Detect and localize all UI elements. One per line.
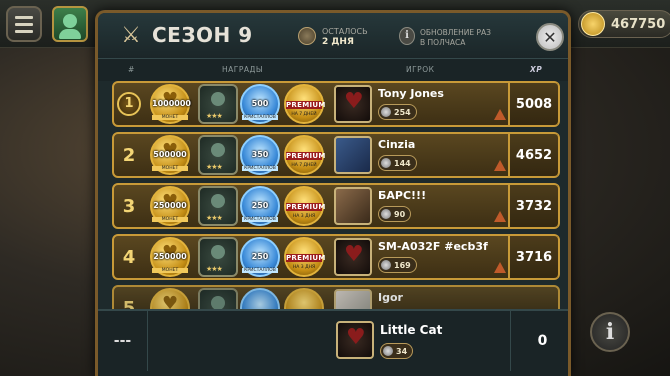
user-icon (63, 14, 77, 28)
my-rank-row: --- Little Cat 34 0 (98, 309, 568, 376)
report-icon[interactable] (494, 262, 506, 273)
column-xp: XP (530, 65, 543, 74)
level-icon (381, 158, 391, 168)
level-badge: 169 (378, 257, 417, 273)
column-player: ИГРОК (406, 65, 435, 74)
panel-header: ⚔ СЕЗОН 9 ОСТАЛОСЬ 2 ДНЯ i ОБНОВЛЕНИЕ РА… (98, 13, 568, 59)
player-name: Igor (378, 291, 403, 304)
level-icon (383, 346, 393, 356)
menu-button[interactable] (6, 6, 42, 42)
premium-reward: PREMIUM НА 3 ДНЯ (284, 186, 325, 226)
coins-reward: 500000 МОНЕТ (150, 135, 190, 175)
player-name: БАРС!!! (378, 189, 427, 202)
my-rank: --- (98, 311, 148, 371)
crystals-reward: 250 КРИСТАЛЛОВ (240, 237, 280, 277)
rank-badge: 1 (114, 83, 144, 125)
currency-display[interactable]: 467750 (578, 10, 670, 38)
my-xp-value: 0 (510, 311, 568, 371)
level-badge: 90 (378, 206, 412, 222)
rank-number: 4 (122, 246, 136, 268)
update-note-line1: ОБНОВЛЕНИЕ РАЗ (420, 28, 491, 37)
crystals-reward: 350 КРИСТАЛЛОВ (240, 135, 280, 175)
leaderboard-row[interactable]: 3 250000 МОНЕТ 250 КРИСТАЛЛОВ PREMIUM НА… (112, 183, 560, 229)
rank-number: 3 (122, 195, 136, 217)
avatar[interactable] (334, 136, 372, 174)
column-headers: # НАГРАДЫ ИГРОК XP (98, 59, 568, 81)
card-reward (198, 186, 238, 226)
currency-value: 467750 (611, 16, 666, 32)
timer-value: 2 ДНЯ (322, 37, 354, 47)
info-button[interactable]: i (590, 312, 630, 352)
xp-value: 4652 (508, 134, 558, 176)
leaderboard-row[interactable]: 2 500000 МОНЕТ 350 КРИСТАЛЛОВ PREMIUM НА… (112, 132, 560, 178)
update-note-line2: В ПОЛЧАСА (420, 38, 466, 47)
player-name: Tony Jones (378, 87, 444, 100)
avatar[interactable] (334, 85, 372, 123)
xp-value: 5008 (508, 83, 558, 125)
level-icon (381, 260, 391, 270)
report-icon[interactable] (494, 211, 506, 222)
coins-reward: 250000 МОНЕТ (150, 186, 190, 226)
column-rewards: НАГРАДЫ (222, 65, 263, 74)
rank-number: 2 (122, 144, 136, 166)
premium-reward: PREMIUM НА 7 ДНЕЙ (284, 84, 325, 124)
report-icon[interactable] (494, 109, 506, 120)
season-leaderboard-panel: ⚔ СЕЗОН 9 ОСТАЛОСЬ 2 ДНЯ i ОБНОВЛЕНИЕ РА… (95, 10, 571, 376)
level-icon (381, 209, 391, 219)
timer-icon (298, 27, 316, 45)
my-avatar[interactable] (336, 321, 374, 359)
coins-reward: 250000 МОНЕТ (150, 237, 190, 277)
my-player-name: Little Cat (380, 323, 443, 337)
xp-value: 3732 (508, 185, 558, 227)
close-button[interactable]: ✕ (536, 23, 564, 51)
column-rank: # (128, 65, 135, 74)
profile-button[interactable] (52, 6, 88, 42)
crystals-reward: 250 КРИСТАЛЛОВ (240, 186, 280, 226)
crystals-reward: 500 КРИСТАЛЛОВ (240, 84, 280, 124)
player-name: Cinzia (378, 138, 416, 151)
coin-icon (581, 12, 605, 36)
coins-reward: 1000000 МОНЕТ (150, 84, 191, 124)
season-title: СЕЗОН 9 (152, 23, 253, 47)
card-reward (198, 237, 238, 277)
level-badge: 254 (378, 104, 417, 120)
level-badge: 144 (378, 155, 417, 171)
report-icon[interactable] (494, 160, 506, 171)
level-icon (381, 107, 391, 117)
avatar[interactable] (334, 187, 372, 225)
card-reward (198, 84, 238, 124)
premium-reward: PREMIUM НА 7 ДНЕЙ (284, 135, 325, 175)
premium-reward: PREMIUM НА 3 ДНЯ (284, 237, 325, 277)
menu-icon (15, 15, 33, 19)
xp-value: 3716 (508, 236, 558, 278)
my-level-badge: 34 (380, 343, 414, 359)
player-name: SM-A032F #ecb3f (378, 240, 488, 253)
leaderboard-row[interactable]: 1 1000000 МОНЕТ 500 КРИСТАЛЛОВ PREMIUM Н… (112, 81, 560, 127)
crossed-swords-icon: ⚔ (121, 23, 141, 48)
card-reward (198, 135, 238, 175)
avatar[interactable] (334, 238, 372, 276)
info-icon: i (399, 27, 415, 45)
timer-label: ОСТАЛОСЬ (322, 27, 368, 36)
leaderboard-row[interactable]: 4 250000 МОНЕТ 250 КРИСТАЛЛОВ PREMIUM НА… (112, 234, 560, 280)
close-icon: ✕ (543, 27, 557, 47)
